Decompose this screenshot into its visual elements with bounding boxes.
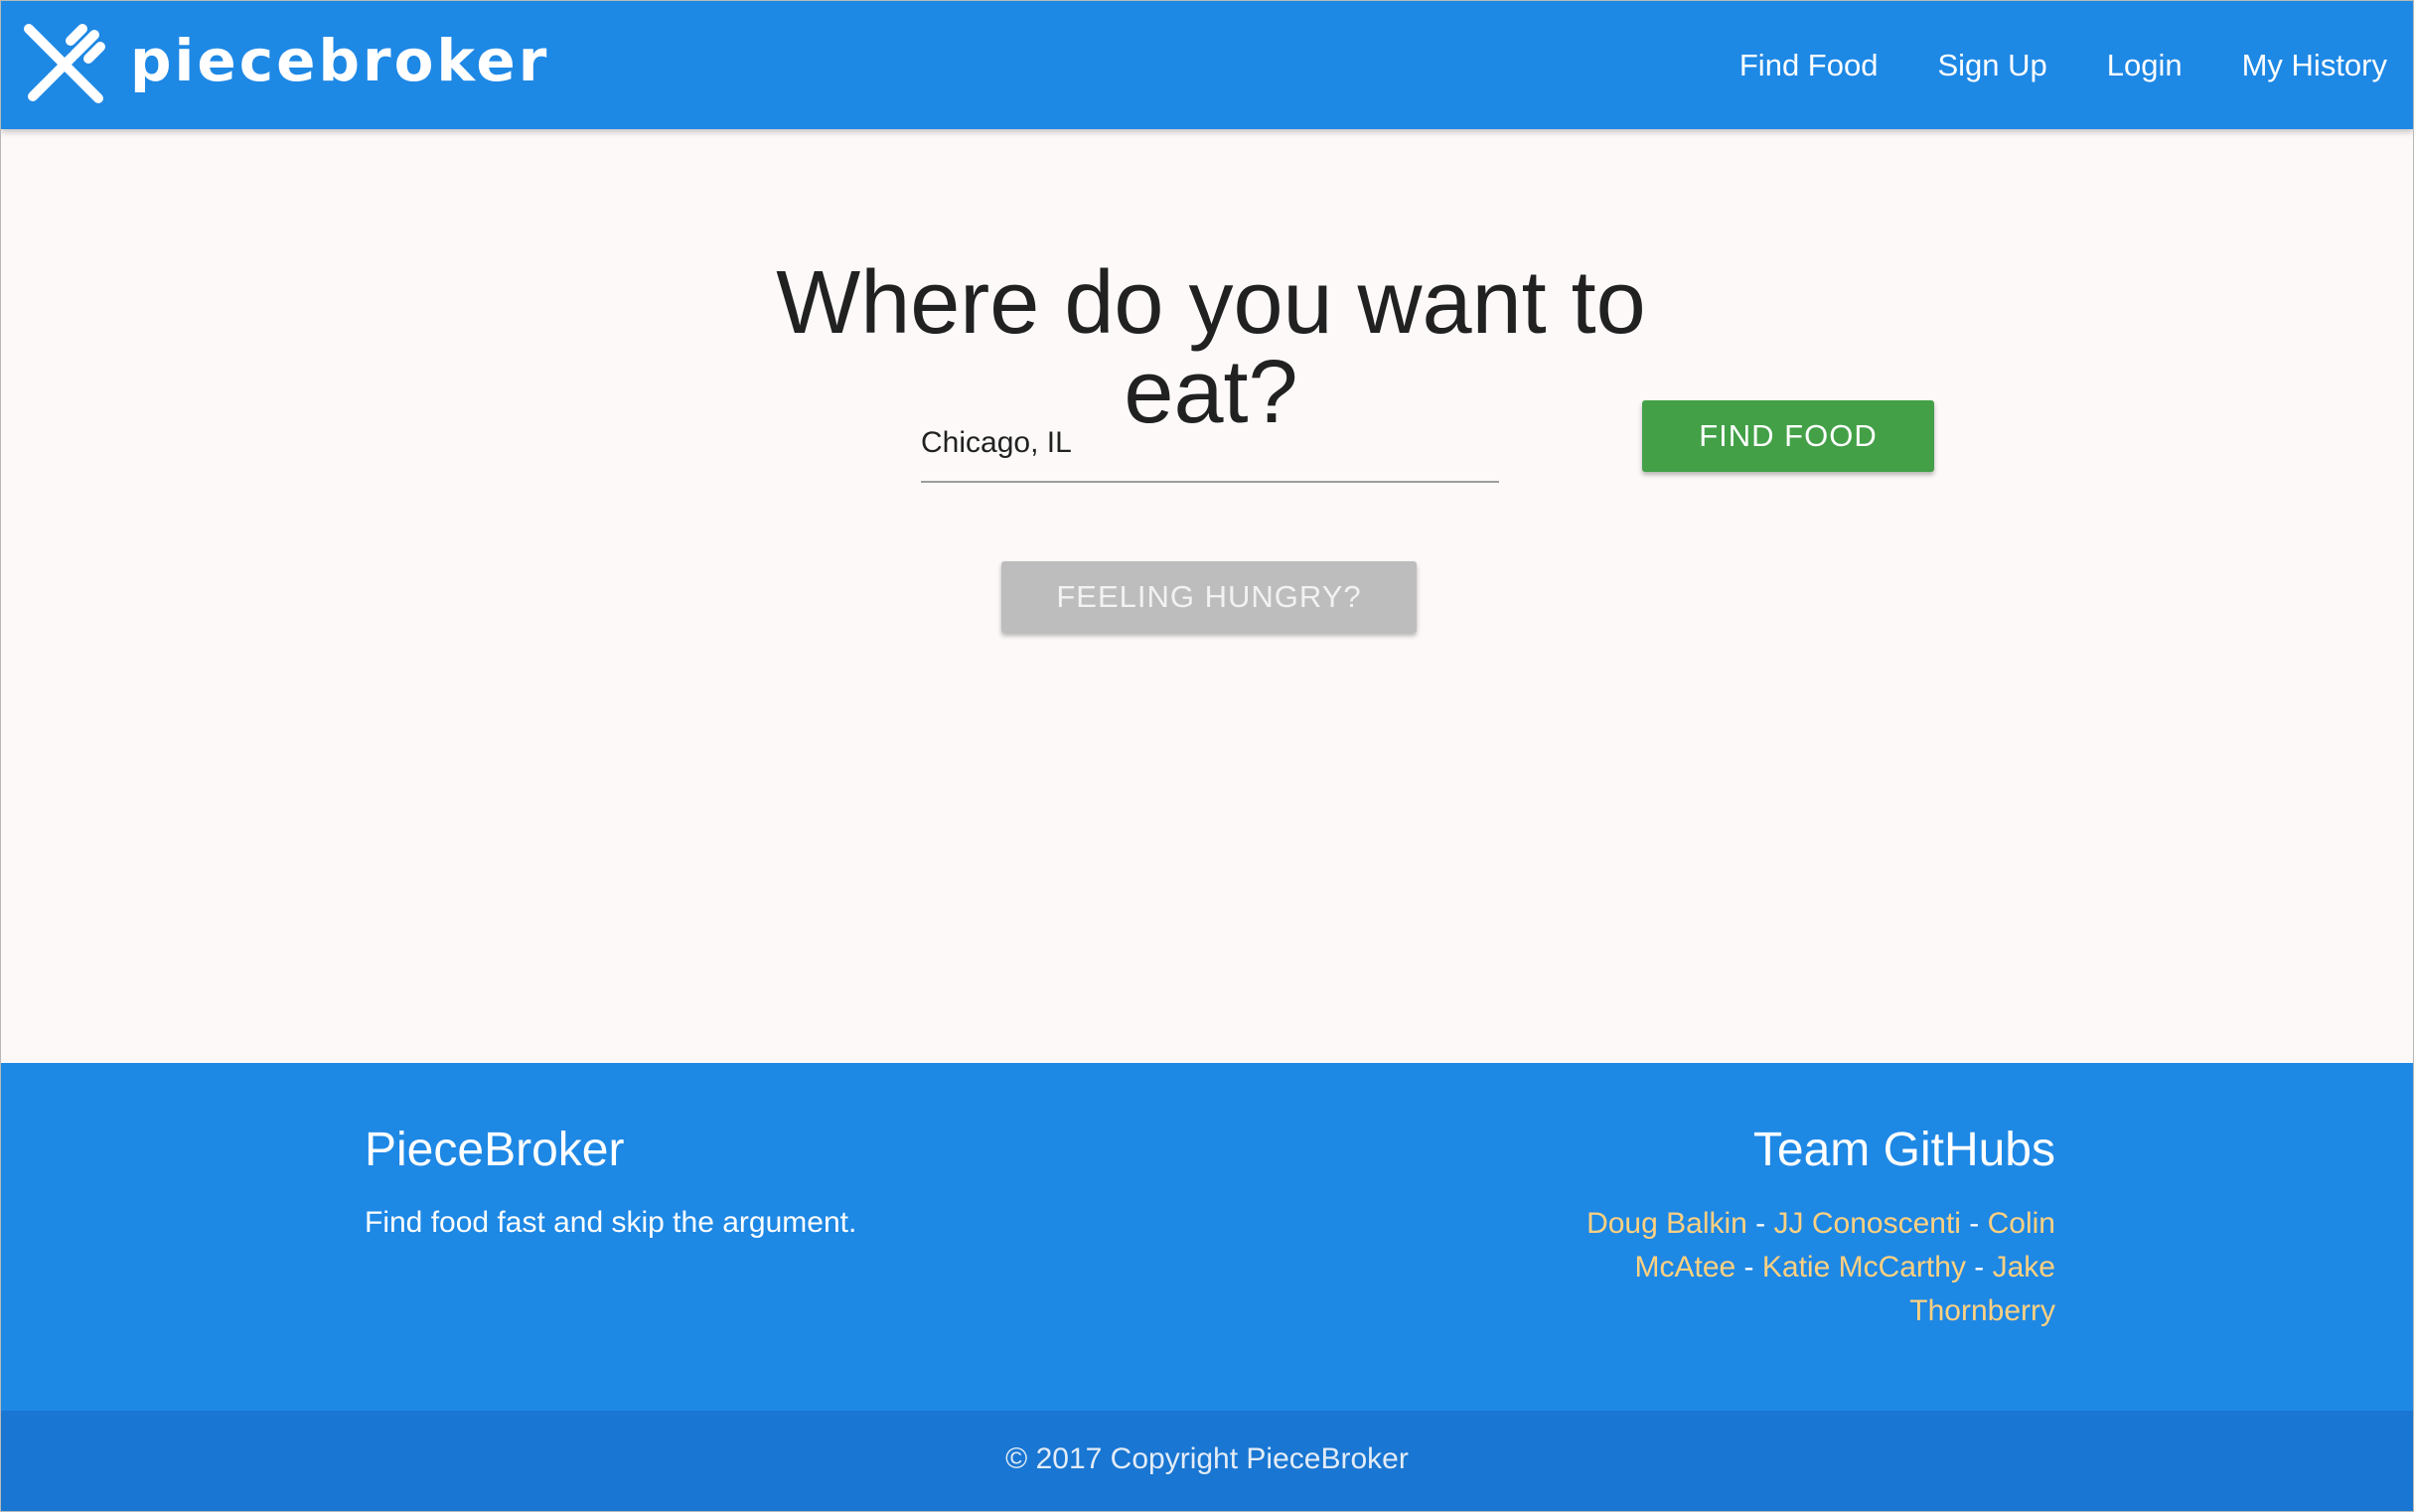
separator: - — [1965, 1251, 1993, 1284]
footer-team: Team GitHubs Doug Balkin - JJ Conoscenti… — [1519, 1127, 2055, 1333]
separator: - — [1746, 1207, 1774, 1240]
main-content: Where do you want to eat? FIND FOOD FEEL… — [1, 129, 2413, 1063]
location-field — [921, 405, 1499, 483]
team-links: Doug Balkin - JJ Conoscenti - Colin McAt… — [1519, 1202, 2055, 1333]
copyright-bar: © 2017 Copyright PieceBroker — [1, 1411, 2413, 1511]
browser-viewport: piecebroker Find Food Sign Up Login My H… — [0, 0, 2414, 1512]
nav-link-find-food[interactable]: Find Food — [1739, 50, 1879, 80]
brand-name: piecebroker — [130, 27, 550, 94]
nav-link-sign-up[interactable]: Sign Up — [1937, 50, 2046, 80]
separator: - — [1960, 1207, 1988, 1240]
footer-about: PieceBroker Find food fast and skip the … — [365, 1127, 856, 1238]
copyright-text: © 2017 Copyright PieceBroker — [1005, 1442, 1409, 1475]
team-link-jj-conoscenti[interactable]: JJ Conoscenti — [1774, 1207, 1961, 1240]
footer: PieceBroker Find food fast and skip the … — [1, 1063, 2413, 1411]
brand-logo-link[interactable]: piecebroker — [21, 15, 549, 112]
team-githubs-title: Team GitHubs — [1752, 1124, 2055, 1176]
feeling-hungry-button[interactable]: FEELING HUNGRY? — [1001, 561, 1417, 633]
nav-link-my-history[interactable]: My History — [2242, 50, 2387, 80]
location-input[interactable] — [921, 405, 1499, 481]
footer-brand-title: PieceBroker — [365, 1124, 625, 1176]
navbar: piecebroker Find Food Sign Up Login My H… — [1, 1, 2413, 129]
team-link-doug-balkin[interactable]: Doug Balkin — [1586, 1207, 1747, 1240]
team-link-katie-mccarthy[interactable]: Katie McCarthy — [1762, 1251, 1966, 1284]
fork-knife-cross-icon — [24, 24, 105, 103]
separator: - — [1735, 1251, 1762, 1284]
footer-tagline: Find food fast and skip the argument. — [365, 1206, 857, 1239]
nav-link-login[interactable]: Login — [2107, 50, 2183, 80]
nav-links: Find Food Sign Up Login My History — [1680, 1, 2387, 129]
find-food-button[interactable]: FIND FOOD — [1642, 400, 1934, 472]
